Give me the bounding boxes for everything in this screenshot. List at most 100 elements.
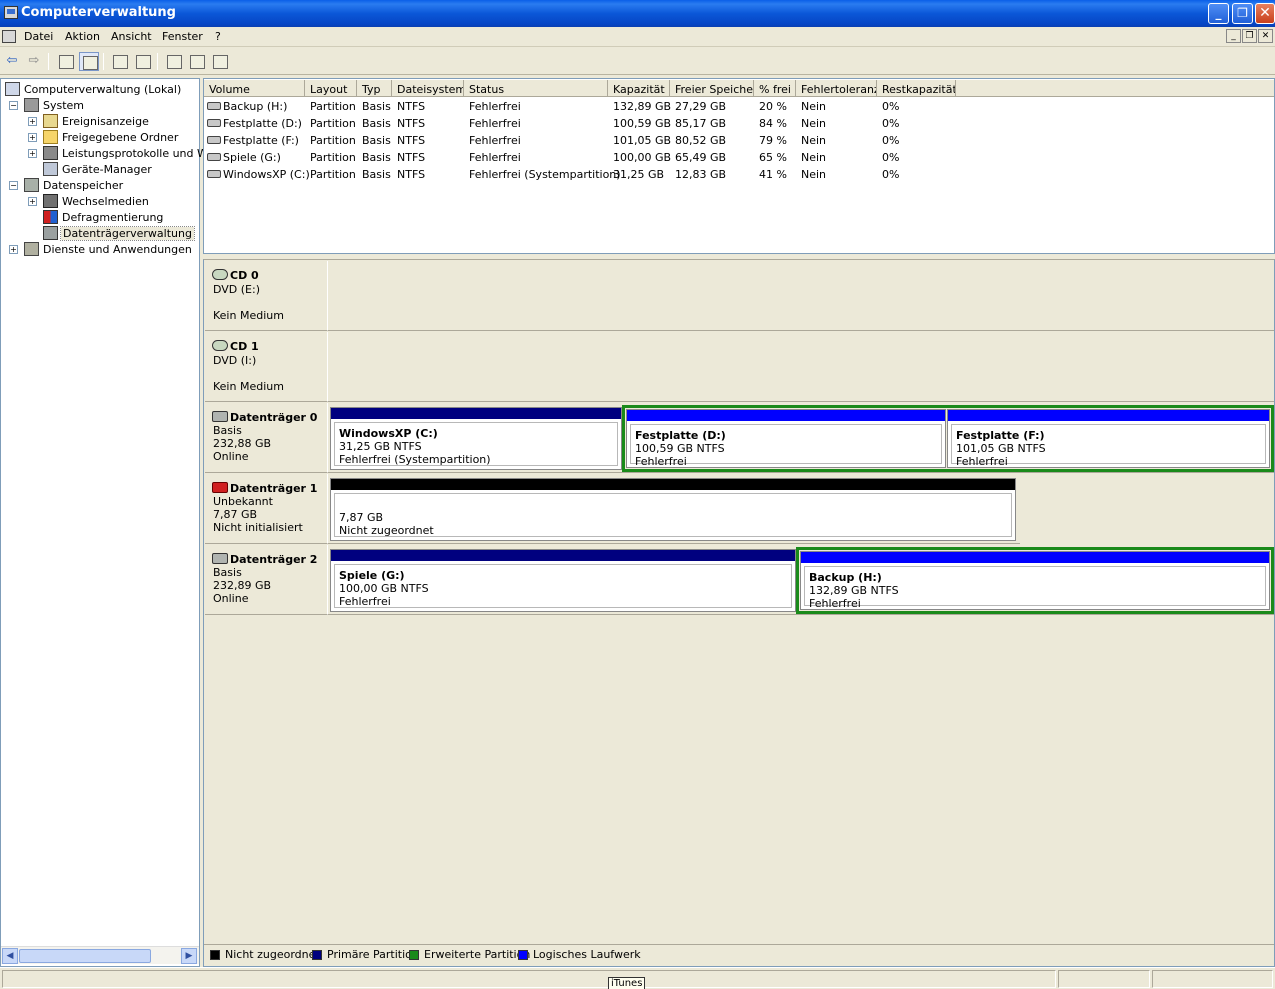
expand-icon[interactable]: + bbox=[28, 149, 37, 158]
volume-cell: Partition bbox=[310, 168, 356, 181]
expand-icon[interactable]: + bbox=[28, 197, 37, 206]
collapse-icon[interactable]: − bbox=[9, 101, 18, 110]
partition-name: WindowsXP (C:) bbox=[339, 427, 438, 440]
col-percent-free[interactable]: % frei bbox=[754, 80, 796, 97]
properties-icon[interactable] bbox=[110, 52, 130, 71]
maximize-button[interactable]: ❐ bbox=[1232, 3, 1253, 24]
volume-row[interactable]: Spiele (G:) Partition Basis NTFS Fehlerfrei 1… bbox=[204, 149, 1274, 166]
scroll-left-icon[interactable]: ◀ bbox=[2, 948, 18, 964]
volume-row[interactable]: Backup (H:) Partition Basis NTFS Fehlerfrei 1… bbox=[204, 98, 1274, 115]
volume-cell: Backup (H:) bbox=[223, 100, 288, 113]
back-arrow-icon[interactable]: ⇦ bbox=[2, 52, 22, 71]
col-capacity[interactable]: Kapazität bbox=[608, 80, 670, 97]
volume-list: Volume Layout Typ Dateisystem Status Kap… bbox=[203, 78, 1275, 254]
hard-disk-icon bbox=[212, 411, 228, 422]
partition-size: 7,87 GB bbox=[339, 511, 384, 524]
tree-label: Datenträgerverwaltung bbox=[60, 226, 195, 241]
volume-cell: 84 % bbox=[759, 117, 787, 130]
minimize-button[interactable]: _ bbox=[1208, 3, 1229, 24]
expand-icon[interactable]: + bbox=[28, 133, 37, 142]
disk-media-status: Kein Medium bbox=[213, 309, 284, 322]
toolbar-separator bbox=[103, 53, 104, 70]
col-free-space[interactable]: Freier Speicher bbox=[670, 80, 754, 97]
partition-d[interactable]: Festplatte (D:) 100,59 GB NTFS Fehlerfre… bbox=[626, 409, 946, 468]
disk-label-disk2[interactable]: Datenträger 2 Basis 232,89 GB Online bbox=[205, 545, 328, 615]
unallocated-space[interactable]: 7,87 GB Nicht zugeordnet bbox=[330, 478, 1016, 541]
col-type[interactable]: Typ bbox=[357, 80, 392, 97]
show-tree-icon[interactable] bbox=[79, 52, 99, 71]
disk-label-cd1[interactable]: CD 1 DVD (I:) Kein Medium bbox=[205, 332, 328, 402]
disk-label-disk0[interactable]: Datenträger 0 Basis 232,88 GB Online bbox=[205, 403, 328, 473]
expand-icon[interactable]: + bbox=[9, 245, 18, 254]
menu-aktion[interactable]: Aktion bbox=[65, 30, 100, 43]
tree-label: Leistungsprotokolle und War bbox=[62, 147, 219, 160]
disk-status: Nicht initialisiert bbox=[213, 521, 303, 534]
expand-icon[interactable]: + bbox=[28, 117, 37, 126]
col-fault-tolerance[interactable]: Fehlertoleranz bbox=[796, 80, 877, 97]
menu-fenster[interactable]: Fenster bbox=[162, 30, 203, 43]
volume-cell: 20 % bbox=[759, 100, 787, 113]
volume-icon bbox=[207, 153, 221, 161]
legend-swatch-unallocated bbox=[210, 950, 220, 960]
folder-icon bbox=[43, 130, 58, 144]
defrag-icon bbox=[43, 210, 58, 224]
col-volume[interactable]: Volume bbox=[204, 80, 305, 97]
col-overhead[interactable]: Restkapazität bbox=[877, 80, 956, 97]
disk-name: CD 1 bbox=[230, 340, 259, 353]
refresh-icon[interactable] bbox=[164, 52, 184, 71]
help-icon[interactable] bbox=[133, 52, 153, 71]
volume-cell: Nein bbox=[801, 151, 827, 164]
volume-list-header: Volume Layout Typ Dateisystem Status Kap… bbox=[204, 80, 1274, 97]
volume-cell: Partition bbox=[310, 100, 356, 113]
col-layout[interactable]: Layout bbox=[305, 80, 357, 97]
scrollbar-thumb[interactable] bbox=[19, 949, 151, 963]
volume-row[interactable]: Festplatte (F:) Partition Basis NTFS Fehlerf… bbox=[204, 132, 1274, 149]
volume-icon bbox=[207, 170, 221, 178]
disk-name: Datenträger 2 bbox=[230, 553, 318, 566]
volume-cell: Fehlerfrei (Systempartition) bbox=[469, 168, 621, 181]
mdi-close-button[interactable]: ✕ bbox=[1258, 29, 1273, 43]
menu-help[interactable]: ? bbox=[215, 30, 221, 43]
export-list-icon[interactable] bbox=[187, 52, 207, 71]
partition-c[interactable]: WindowsXP (C:) 31,25 GB NTFS Fehlerfrei … bbox=[330, 407, 622, 470]
volume-cell: WindowsXP (C:) bbox=[223, 168, 310, 181]
volume-cell: NTFS bbox=[397, 100, 426, 113]
partition-size: 100,59 GB NTFS bbox=[635, 442, 725, 455]
volume-cell: Basis bbox=[362, 100, 391, 113]
partition-status: Nicht zugeordnet bbox=[339, 524, 434, 537]
tree-horizontal-scrollbar[interactable]: ◀ ▶ bbox=[1, 946, 199, 964]
partition-g[interactable]: Spiele (G:) 100,00 GB NTFS Fehlerfrei bbox=[330, 549, 796, 612]
col-status[interactable]: Status bbox=[464, 80, 608, 97]
scroll-right-icon[interactable]: ▶ bbox=[181, 948, 197, 964]
tree-label: Freigegebene Ordner bbox=[62, 131, 179, 144]
volume-row[interactable]: WindowsXP (C:) Partition Basis NTFS Fehlerfr… bbox=[204, 166, 1274, 183]
disk-graphical-view: CD 0 DVD (E:) Kein Medium CD 1 DVD (I:) … bbox=[203, 259, 1275, 967]
disk-type: DVD (I:) bbox=[213, 354, 257, 367]
menu-datei[interactable]: Datei bbox=[24, 30, 53, 43]
disk-label-cd0[interactable]: CD 0 DVD (E:) Kein Medium bbox=[205, 261, 328, 331]
partition-status: Fehlerfrei bbox=[956, 455, 1008, 468]
menu-ansicht[interactable]: Ansicht bbox=[111, 30, 152, 43]
disk-type: DVD (E:) bbox=[213, 283, 261, 296]
mdi-minimize-button[interactable]: _ bbox=[1226, 29, 1241, 43]
mdi-restore-button[interactable]: ❐ bbox=[1242, 29, 1257, 43]
disk-status: Online bbox=[213, 450, 249, 463]
volume-cell: Nein bbox=[801, 134, 827, 147]
close-button[interactable]: ✕ bbox=[1255, 3, 1275, 24]
forward-arrow-icon[interactable]: ⇨ bbox=[24, 52, 44, 71]
collapse-icon[interactable]: − bbox=[9, 181, 18, 190]
col-filesystem[interactable]: Dateisystem bbox=[392, 80, 464, 97]
volume-cell: Partition bbox=[310, 151, 356, 164]
partition-size: 100,00 GB NTFS bbox=[339, 582, 429, 595]
volume-row[interactable]: Festplatte (D:) Partition Basis NTFS Fehlerf… bbox=[204, 115, 1274, 132]
disk-label-disk1[interactable]: Datenträger 1 Unbekannt 7,87 GB Nicht in… bbox=[205, 474, 328, 544]
partition-h[interactable]: Backup (H:) 132,89 GB NTFS Fehlerfrei bbox=[800, 551, 1270, 610]
partition-f[interactable]: Festplatte (F:) 101,05 GB NTFS Fehlerfre… bbox=[947, 409, 1270, 468]
tree-label: Wechselmedien bbox=[62, 195, 149, 208]
volume-cell: Basis bbox=[362, 134, 391, 147]
disk-settings-icon[interactable] bbox=[210, 52, 230, 71]
menu-bar: Datei Aktion Ansicht Fenster ? _ ❐ ✕ bbox=[0, 27, 1275, 47]
mdi-window-icon[interactable] bbox=[2, 30, 16, 43]
volume-cell: 0% bbox=[882, 134, 900, 147]
up-folder-icon[interactable] bbox=[56, 52, 76, 71]
